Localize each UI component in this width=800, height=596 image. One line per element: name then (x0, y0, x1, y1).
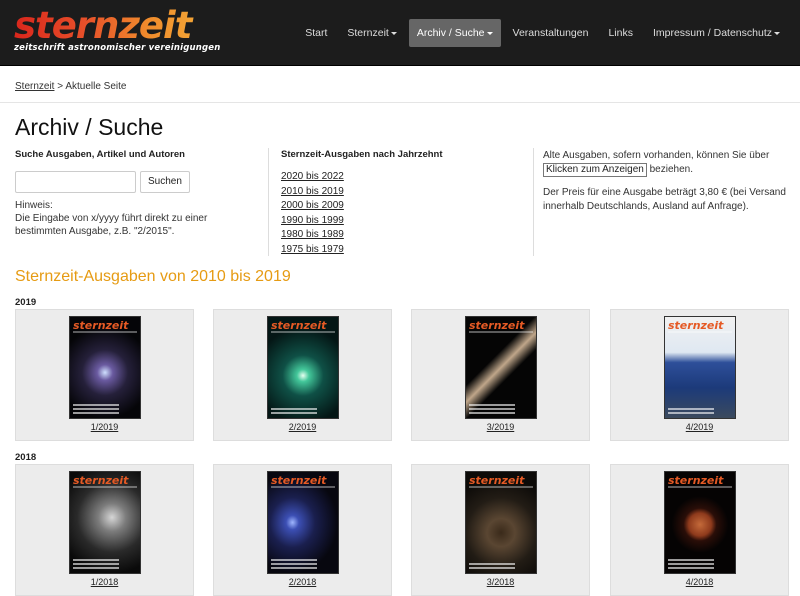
breadcrumb-link-sternzeit[interactable]: Sternzeit (15, 81, 54, 92)
issue-link[interactable]: 4/2019 (611, 422, 788, 432)
column-divider (533, 148, 534, 256)
nav-item-archiv[interactable]: Archiv / Suche (408, 19, 501, 47)
nav-label: Start (305, 27, 328, 39)
nav-label: Links (608, 27, 633, 39)
nav-item-start[interactable]: Start (297, 19, 335, 47)
issue-card[interactable]: sternzeit 4/2019 (610, 309, 789, 441)
issue-link[interactable]: 4/2018 (611, 577, 788, 587)
old-issues-text-1: Alte Ausgaben, sofern vorhanden, können … (543, 150, 770, 161)
issue-cover-image[interactable]: sternzeit (465, 316, 537, 419)
hint-text: Die Eingabe von x/yyyy führt direkt zu e… (15, 213, 208, 237)
cover-text-lines (469, 561, 515, 569)
decade-link[interactable]: 2020 bis 2022 (281, 170, 521, 185)
nav-label: Impressum / Datenschutz (652, 27, 772, 39)
decade-link[interactable]: 1975 bis 1979 (281, 243, 521, 258)
issue-cover-image[interactable]: sternzeit (664, 471, 736, 574)
issue-cover-image[interactable]: sternzeit (69, 316, 141, 419)
issue-link[interactable]: 1/2018 (16, 577, 193, 587)
issue-link[interactable]: 2/2018 (214, 577, 391, 587)
nav-item-veranstaltungen[interactable]: Veranstaltungen (505, 19, 597, 47)
decades-panel: Sternzeit-Ausgaben nach Jahrzehnt 2020 b… (281, 149, 521, 257)
nav-item-links[interactable]: Links (600, 19, 641, 47)
caret-down-icon (486, 31, 493, 35)
year-heading: 2019 (15, 297, 37, 308)
year-heading: 2018 (15, 452, 37, 463)
caret-down-icon (390, 31, 397, 35)
issue-link[interactable]: 2/2019 (214, 422, 391, 432)
cover-subtitle-line (469, 331, 533, 333)
decade-link[interactable]: 1990 bis 1999 (281, 214, 521, 229)
brand-tagline: zeitschrift astronomischer vereinigungen (14, 43, 221, 53)
cover-text-lines (73, 557, 119, 569)
cover-text-lines (271, 557, 317, 569)
search-panel: Suche Ausgaben, Artikel und Autoren Such… (15, 149, 260, 238)
cover-text-lines (73, 402, 119, 414)
cover-text-lines (469, 402, 515, 414)
search-hint: Hinweis: Die Eingabe von x/yyyy führt di… (15, 199, 260, 238)
decades-heading: Sternzeit-Ausgaben nach Jahrzehnt (281, 149, 443, 160)
issue-card[interactable]: sternzeit 2/2019 (213, 309, 392, 441)
issue-cover-image[interactable]: sternzeit (69, 471, 141, 574)
nav-label: Veranstaltungen (512, 27, 589, 39)
price-text: Der Preis für eine Ausgabe beträgt 3,80 … (543, 187, 786, 212)
search-button[interactable]: Suchen (140, 171, 190, 193)
issue-link[interactable]: 3/2018 (412, 577, 589, 587)
caret-down-icon (774, 31, 780, 35)
breadcrumb: Sternzeit > Aktuelle Seite (15, 81, 126, 92)
decade-link[interactable]: 1980 bis 1989 (281, 228, 521, 243)
cover-text-lines (668, 557, 714, 569)
decade-link[interactable]: 2010 bis 2019 (281, 185, 521, 200)
issue-card[interactable]: sternzeit 3/2018 (411, 464, 590, 596)
cover-text-lines (271, 406, 317, 414)
cover-subtitle-line (668, 331, 732, 333)
nav-item-impressum[interactable]: Impressum / Datenschutz (645, 19, 788, 47)
issue-card[interactable]: sternzeit 3/2019 (411, 309, 590, 441)
cover-text-lines (668, 406, 714, 414)
old-issues-text-2: beziehen. (649, 164, 693, 175)
breadcrumb-current: > Aktuelle Seite (57, 81, 127, 92)
issue-card[interactable]: sternzeit 1/2018 (15, 464, 194, 596)
decade-link[interactable]: 2000 bis 2009 (281, 199, 521, 214)
cover-subtitle-line (271, 486, 335, 488)
brand-logo[interactable]: sternzeit zeitschrift astronomischer ver… (14, 6, 221, 54)
issue-link[interactable]: 1/2019 (16, 422, 193, 432)
nav-label: Sternzeit (347, 27, 389, 39)
issue-link[interactable]: 3/2019 (412, 422, 589, 432)
search-heading: Suche Ausgaben, Artikel und Autoren (15, 149, 185, 160)
issue-card[interactable]: sternzeit 1/2019 (15, 309, 194, 441)
top-navbar: sternzeit zeitschrift astronomischer ver… (0, 0, 800, 66)
brand-name: sternzeit (14, 6, 221, 46)
cover-subtitle-line (73, 486, 137, 488)
page-title: Archiv / Suche (15, 114, 164, 140)
cover-subtitle-line (668, 486, 732, 488)
old-issues-text: Alte Ausgaben, sofern vorhanden, können … (543, 149, 788, 177)
issue-card[interactable]: sternzeit 2/2018 (213, 464, 392, 596)
issue-cover-image[interactable]: sternzeit (465, 471, 537, 574)
nav-item-sternzeit[interactable]: Sternzeit (339, 19, 404, 47)
issue-card[interactable]: sternzeit 4/2018 (610, 464, 789, 596)
cover-subtitle-line (469, 486, 533, 488)
info-panel: Alte Ausgaben, sofern vorhanden, können … (543, 149, 788, 214)
search-input[interactable] (15, 171, 136, 193)
cover-subtitle-line (271, 331, 335, 333)
nav-label: Archiv / Suche (416, 27, 485, 39)
hint-label: Hinweis: (15, 200, 53, 211)
divider (0, 102, 800, 103)
show-old-issues-button[interactable]: Klicken zum Anzeigen (543, 163, 647, 177)
search-row: Suchen (15, 171, 260, 193)
main-nav: Start Sternzeit Archiv / Suche Veranstal… (293, 19, 788, 47)
section-title: Sternzeit-Ausgaben von 2010 bis 2019 (15, 268, 291, 285)
cover-subtitle-line (73, 331, 137, 333)
issue-cover-image[interactable]: sternzeit (267, 471, 339, 574)
issue-cover-image[interactable]: sternzeit (664, 316, 736, 419)
issue-cover-image[interactable]: sternzeit (267, 316, 339, 419)
column-divider (268, 148, 269, 256)
decade-list: 2020 bis 2022 2010 bis 2019 2000 bis 200… (281, 170, 521, 257)
